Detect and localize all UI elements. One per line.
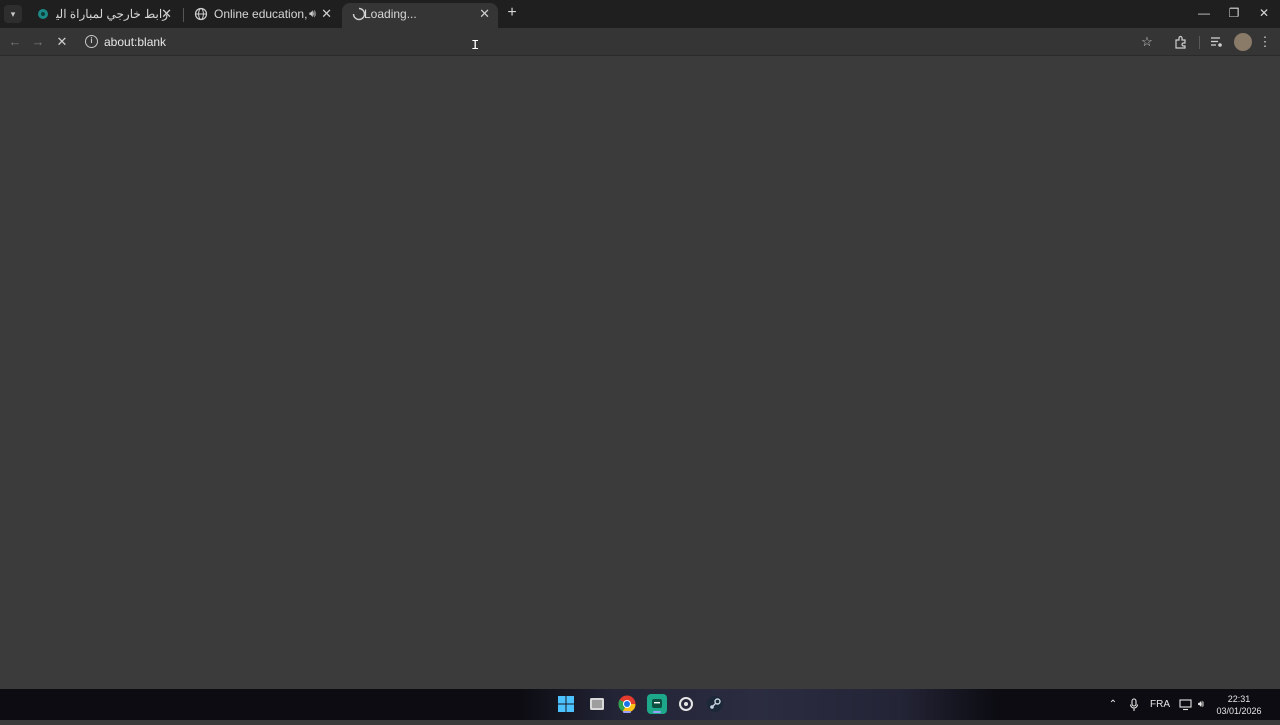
text-cursor-icon: I <box>471 38 480 54</box>
forward-button[interactable]: → <box>29 33 47 51</box>
close-tab-icon[interactable]: ✕ <box>479 3 490 25</box>
speaker-icon[interactable]: 🔊︎ <box>309 3 316 25</box>
clock-time: 22:31 <box>1227 694 1251 704</box>
globe-icon <box>194 7 208 21</box>
media-control-icon[interactable] <box>1207 33 1225 51</box>
tab-online-education[interactable]: Online education, benefits 🔊︎ ✕ <box>184 3 340 28</box>
tab-arabic-match[interactable]: رابط خارجي لمباراة اليوم رقم 8 نا ✕ <box>26 3 180 28</box>
page-content-blank <box>0 57 1280 689</box>
steelseries-icon[interactable] <box>676 694 696 714</box>
bookmark-star-icon[interactable]: ☆ <box>1138 33 1156 51</box>
browser-toolbar: ← → ✕ i about:blank ☆ ⋮ <box>0 28 1280 56</box>
steam-icon[interactable] <box>705 694 725 714</box>
clock-date: 03/01/2026 <box>1216 706 1262 716</box>
chat-app-icon[interactable] <box>647 694 667 714</box>
tab-search-button[interactable]: ▾ <box>4 5 22 23</box>
close-tab-icon[interactable]: ✕ <box>321 3 332 25</box>
address-bar-url[interactable]: about:blank <box>104 31 166 53</box>
site-favicon <box>38 9 48 19</box>
maximize-button[interactable]: ❐ <box>1217 0 1251 26</box>
system-clock[interactable]: 22:31 03/01/2026 <box>1212 693 1266 717</box>
file-explorer-icon[interactable] <box>587 694 607 714</box>
close-tab-icon[interactable]: ✕ <box>161 3 172 25</box>
back-button[interactable]: ← <box>6 33 24 51</box>
tab-loading[interactable]: Loading... ✕ <box>342 3 498 28</box>
windows-taskbar: ⌃ FRA 🔊︎ 22:31 03/01/2026 <box>0 689 1280 720</box>
extensions-icon[interactable] <box>1172 33 1190 51</box>
running-indicator <box>653 711 661 713</box>
volume-icon[interactable]: 🔊︎ <box>1194 689 1208 720</box>
stop-loading-button[interactable]: ✕ <box>53 33 71 51</box>
profile-avatar[interactable] <box>1234 33 1252 51</box>
input-language-indicator[interactable]: FRA <box>1148 689 1172 720</box>
tab-strip: ▾ رابط خارجي لمباراة اليوم رقم 8 نا ✕ On… <box>0 0 1280 28</box>
tab-title: Loading... <box>364 7 417 21</box>
windows-start-icon[interactable] <box>556 694 576 714</box>
running-indicator <box>623 711 631 713</box>
address-bar[interactable]: i about:blank <box>78 31 1168 53</box>
close-window-button[interactable]: ✕ <box>1247 0 1280 26</box>
new-tab-button[interactable]: + <box>504 4 520 22</box>
tab-title: رابط خارجي لمباراة اليوم رقم 8 نا <box>56 7 168 21</box>
menu-kebab-icon[interactable]: ⋮ <box>1256 33 1274 51</box>
toolbar-divider <box>1199 36 1200 49</box>
minimize-button[interactable]: — <box>1187 0 1221 26</box>
chrome-icon[interactable] <box>617 694 637 714</box>
tray-overflow-chevron-icon[interactable]: ⌃ <box>1106 689 1120 720</box>
site-info-icon[interactable]: i <box>85 35 98 48</box>
tab-title: Online education, benefits <box>214 7 310 21</box>
network-icon[interactable] <box>1178 689 1192 724</box>
